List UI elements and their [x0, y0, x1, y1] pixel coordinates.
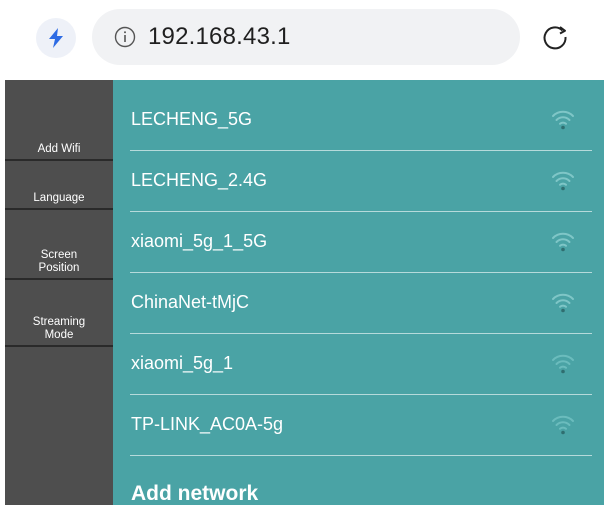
- url-text: 192.168.43.1: [148, 23, 291, 50]
- sidebar-item-label: Streaming Mode: [32, 316, 86, 341]
- refresh-icon[interactable]: [535, 17, 575, 57]
- network-name: ChinaNet-tMjC: [131, 292, 250, 312]
- network-row-lecheng-2-4g[interactable]: LECHENG_2.4G: [113, 150, 604, 211]
- wifi-signal-icon: [552, 354, 574, 374]
- sidebar-item-language[interactable]: Language: [5, 161, 113, 208]
- network-name: TP-LINK_AC0A-5g: [131, 414, 284, 434]
- bolt-icon[interactable]: [36, 18, 76, 58]
- network-row-chinanet-tmjc[interactable]: ChinaNet-tMjC: [113, 272, 604, 333]
- info-icon[interactable]: [114, 26, 136, 48]
- network-name: xiaomi_5g_1_5G: [131, 231, 268, 251]
- network-row-xiaomi-5g-1[interactable]: xiaomi_5g_1: [113, 333, 604, 394]
- network-list: LECHENG_5G LECHENG_2.4G xiaomi_5g_1_5G C…: [113, 80, 604, 505]
- sidebar: Add Wifi Language Screen Position Stream…: [5, 80, 113, 505]
- network-name: xiaomi_5g_1: [131, 353, 234, 373]
- network-row-tp-link-ac0a-5g[interactable]: TP-LINK_AC0A-5g: [113, 394, 604, 455]
- add-network-button[interactable]: Add network: [131, 482, 258, 505]
- network-row-lecheng-5g[interactable]: LECHENG_5G: [113, 89, 604, 150]
- row-divider: [130, 455, 592, 456]
- wifi-signal-icon: [552, 293, 574, 313]
- wifi-signal-icon: [552, 110, 574, 130]
- browser-toolbar: 192.168.43.1: [0, 0, 604, 80]
- network-row-xiaomi-5g-1-5g[interactable]: xiaomi_5g_1_5G: [113, 211, 604, 272]
- wifi-signal-icon: [552, 232, 574, 252]
- wifi-signal-icon: [552, 171, 574, 191]
- sidebar-item-label: Language: [33, 192, 85, 204]
- network-name: LECHENG_5G: [131, 109, 253, 129]
- sidebar-item-streaming-mode[interactable]: Streaming Mode: [5, 280, 113, 345]
- network-name: LECHENG_2.4G: [131, 170, 268, 190]
- sidebar-item-label: Add Wifi: [37, 143, 81, 155]
- sidebar-item-add-wifi[interactable]: Add Wifi: [5, 80, 113, 159]
- sidebar-divider: [5, 345, 113, 347]
- address-bar[interactable]: 192.168.43.1: [92, 9, 520, 65]
- sidebar-item-label: Screen Position: [38, 249, 80, 274]
- wifi-signal-icon: [552, 415, 574, 435]
- sidebar-item-screen-position[interactable]: Screen Position: [5, 210, 113, 278]
